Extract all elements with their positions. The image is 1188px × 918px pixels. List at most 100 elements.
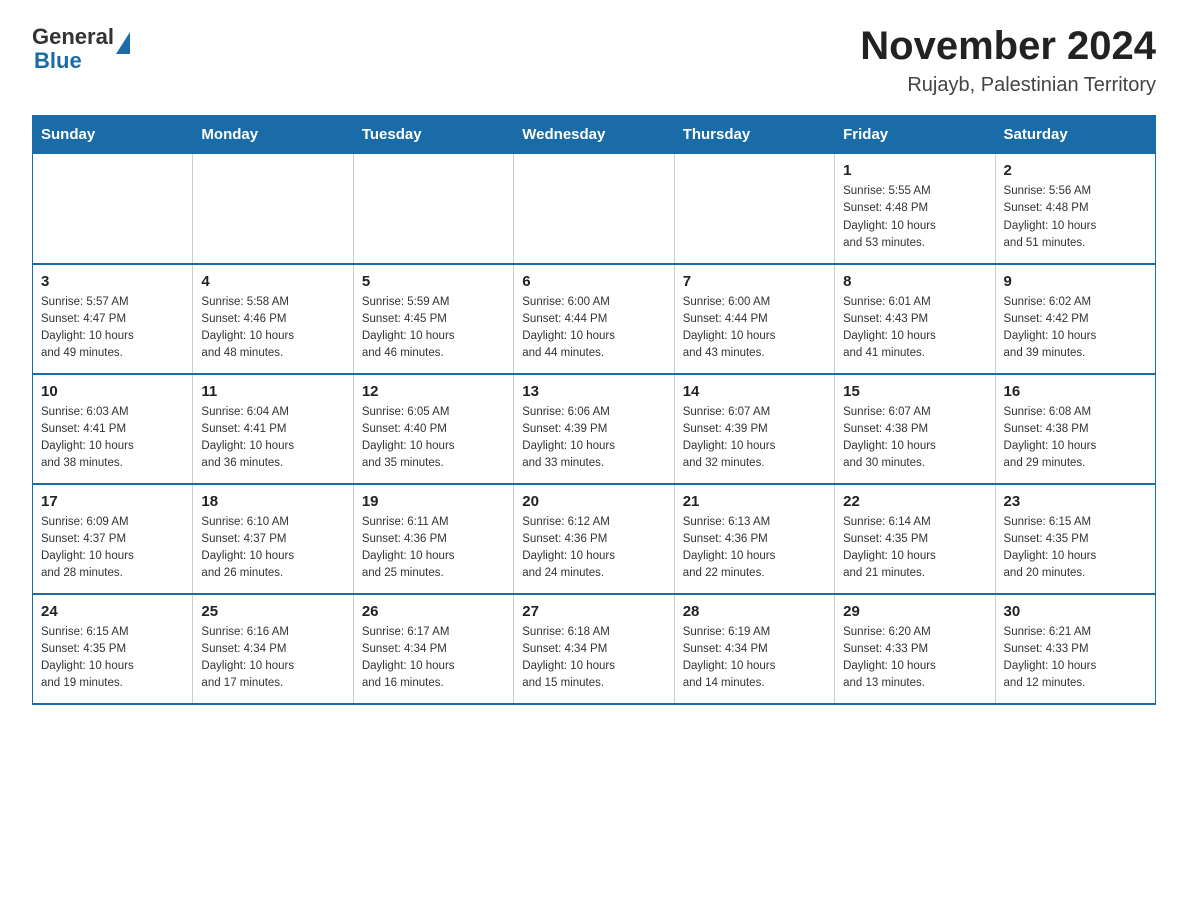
day-info: Sunrise: 6:04 AMSunset: 4:41 PMDaylight:… — [201, 404, 344, 473]
day-info: Sunrise: 5:59 AMSunset: 4:45 PMDaylight:… — [362, 294, 505, 363]
logo: General Blue — [32, 24, 130, 74]
calendar-subtitle: Rujayb, Palestinian Territory — [860, 74, 1156, 97]
calendar-day-cell: 11 Sunrise: 6:04 AMSunset: 4:41 PMDayligh… — [193, 374, 353, 484]
day-info: Sunrise: 6:17 AMSunset: 4:34 PMDaylight:… — [362, 624, 505, 693]
calendar-day-cell: 14 Sunrise: 6:07 AMSunset: 4:39 PMDayligh… — [674, 374, 834, 484]
day-of-week-header: Thursday — [674, 116, 834, 154]
day-info: Sunrise: 6:14 AMSunset: 4:35 PMDaylight:… — [843, 514, 986, 583]
day-number: 14 — [683, 383, 826, 400]
calendar-day-cell: 24 Sunrise: 6:15 AMSunset: 4:35 PMDayligh… — [33, 594, 193, 704]
calendar-day-cell: 28Sunrise: 6:19 AMSunset: 4:34 PMDayligh… — [674, 594, 834, 704]
calendar-day-cell: 13 Sunrise: 6:06 AMSunset: 4:39 PMDayligh… — [514, 374, 674, 484]
calendar-day-cell: 2 Sunrise: 5:56 AMSunset: 4:48 PMDaylight… — [995, 154, 1155, 264]
calendar-header-row: SundayMondayTuesdayWednesdayThursdayFrid… — [33, 116, 1156, 154]
day-number: 25 — [201, 603, 344, 620]
day-number: 7 — [683, 273, 826, 290]
day-number: 19 — [362, 493, 505, 510]
calendar-day-cell: 1 Sunrise: 5:55 AMSunset: 4:48 PMDaylight… — [835, 154, 995, 264]
calendar-day-cell: 6Sunrise: 6:00 AMSunset: 4:44 PMDaylight… — [514, 264, 674, 374]
day-number: 24 — [41, 603, 184, 620]
day-info: Sunrise: 6:07 AMSunset: 4:39 PMDaylight:… — [683, 404, 826, 473]
day-number: 28 — [683, 603, 826, 620]
calendar-day-cell: 23Sunrise: 6:15 AMSunset: 4:35 PMDayligh… — [995, 484, 1155, 594]
calendar-day-cell: 7Sunrise: 6:00 AMSunset: 4:44 PMDaylight… — [674, 264, 834, 374]
day-number: 11 — [201, 383, 344, 400]
calendar-title: November 2024 — [860, 24, 1156, 68]
day-of-week-header: Wednesday — [514, 116, 674, 154]
day-of-week-header: Monday — [193, 116, 353, 154]
day-number: 3 — [41, 273, 184, 290]
day-number: 23 — [1004, 493, 1147, 510]
calendar-day-cell: 27Sunrise: 6:18 AMSunset: 4:34 PMDayligh… — [514, 594, 674, 704]
day-number: 10 — [41, 383, 184, 400]
day-number: 4 — [201, 273, 344, 290]
calendar-day-cell — [193, 154, 353, 264]
day-info: Sunrise: 6:10 AMSunset: 4:37 PMDaylight:… — [201, 514, 344, 583]
day-number: 1 — [843, 162, 986, 179]
calendar-day-cell: 9Sunrise: 6:02 AMSunset: 4:42 PMDaylight… — [995, 264, 1155, 374]
day-info: Sunrise: 6:13 AMSunset: 4:36 PMDaylight:… — [683, 514, 826, 583]
day-number: 12 — [362, 383, 505, 400]
day-info: Sunrise: 6:11 AMSunset: 4:36 PMDaylight:… — [362, 514, 505, 583]
day-info: Sunrise: 6:06 AMSunset: 4:39 PMDaylight:… — [522, 404, 665, 473]
calendar-day-cell: 21Sunrise: 6:13 AMSunset: 4:36 PMDayligh… — [674, 484, 834, 594]
calendar-day-cell: 30 Sunrise: 6:21 AMSunset: 4:33 PMDayligh… — [995, 594, 1155, 704]
calendar-week-row: 17 Sunrise: 6:09 AMSunset: 4:37 PMDayligh… — [33, 484, 1156, 594]
calendar-day-cell — [674, 154, 834, 264]
day-info: Sunrise: 6:21 AMSunset: 4:33 PMDaylight:… — [1004, 624, 1147, 693]
calendar-day-cell — [514, 154, 674, 264]
day-info: Sunrise: 6:12 AMSunset: 4:36 PMDaylight:… — [522, 514, 665, 583]
day-info: Sunrise: 5:57 AMSunset: 4:47 PMDaylight:… — [41, 294, 184, 363]
day-number: 16 — [1004, 383, 1147, 400]
logo-blue-text: Blue — [34, 48, 130, 74]
day-number: 13 — [522, 383, 665, 400]
logo-general-text: General — [32, 24, 114, 50]
day-info: Sunrise: 5:55 AMSunset: 4:48 PMDaylight:… — [843, 183, 986, 252]
day-of-week-header: Sunday — [33, 116, 193, 154]
calendar-day-cell: 18 Sunrise: 6:10 AMSunset: 4:37 PMDayligh… — [193, 484, 353, 594]
day-info: Sunrise: 5:56 AMSunset: 4:48 PMDaylight:… — [1004, 183, 1147, 252]
day-info: Sunrise: 6:05 AMSunset: 4:40 PMDaylight:… — [362, 404, 505, 473]
day-info: Sunrise: 6:15 AMSunset: 4:35 PMDaylight:… — [41, 624, 184, 693]
title-area: November 2024 Rujayb, Palestinian Territ… — [860, 24, 1156, 97]
day-info: Sunrise: 6:00 AMSunset: 4:44 PMDaylight:… — [522, 294, 665, 363]
day-info: Sunrise: 6:01 AMSunset: 4:43 PMDaylight:… — [843, 294, 986, 363]
calendar-day-cell: 15 Sunrise: 6:07 AMSunset: 4:38 PMDayligh… — [835, 374, 995, 484]
day-number: 30 — [1004, 603, 1147, 620]
day-number: 9 — [1004, 273, 1147, 290]
day-number: 15 — [843, 383, 986, 400]
calendar-day-cell: 4Sunrise: 5:58 AMSunset: 4:46 PMDaylight… — [193, 264, 353, 374]
calendar-week-row: 3 Sunrise: 5:57 AMSunset: 4:47 PMDaylight… — [33, 264, 1156, 374]
day-info: Sunrise: 6:16 AMSunset: 4:34 PMDaylight:… — [201, 624, 344, 693]
calendar-day-cell: 26 Sunrise: 6:17 AMSunset: 4:34 PMDayligh… — [353, 594, 513, 704]
day-number: 17 — [41, 493, 184, 510]
calendar-day-cell — [33, 154, 193, 264]
calendar-day-cell: 12 Sunrise: 6:05 AMSunset: 4:40 PMDayligh… — [353, 374, 513, 484]
day-number: 29 — [843, 603, 986, 620]
calendar-day-cell: 17 Sunrise: 6:09 AMSunset: 4:37 PMDayligh… — [33, 484, 193, 594]
calendar-day-cell: 29Sunrise: 6:20 AMSunset: 4:33 PMDayligh… — [835, 594, 995, 704]
day-info: Sunrise: 6:18 AMSunset: 4:34 PMDaylight:… — [522, 624, 665, 693]
day-info: Sunrise: 6:08 AMSunset: 4:38 PMDaylight:… — [1004, 404, 1147, 473]
day-info: Sunrise: 6:09 AMSunset: 4:37 PMDaylight:… — [41, 514, 184, 583]
calendar-table: SundayMondayTuesdayWednesdayThursdayFrid… — [32, 115, 1156, 705]
day-number: 26 — [362, 603, 505, 620]
day-number: 2 — [1004, 162, 1147, 179]
calendar-day-cell: 19 Sunrise: 6:11 AMSunset: 4:36 PMDayligh… — [353, 484, 513, 594]
day-number: 8 — [843, 273, 986, 290]
calendar-day-cell: 10 Sunrise: 6:03 AMSunset: 4:41 PMDayligh… — [33, 374, 193, 484]
calendar-day-cell: 22 Sunrise: 6:14 AMSunset: 4:35 PMDayligh… — [835, 484, 995, 594]
calendar-week-row: 24 Sunrise: 6:15 AMSunset: 4:35 PMDayligh… — [33, 594, 1156, 704]
calendar-day-cell: 16 Sunrise: 6:08 AMSunset: 4:38 PMDayligh… — [995, 374, 1155, 484]
day-of-week-header: Saturday — [995, 116, 1155, 154]
day-info: Sunrise: 6:07 AMSunset: 4:38 PMDaylight:… — [843, 404, 986, 473]
calendar-day-cell: 20Sunrise: 6:12 AMSunset: 4:36 PMDayligh… — [514, 484, 674, 594]
calendar-day-cell: 25 Sunrise: 6:16 AMSunset: 4:34 PMDayligh… — [193, 594, 353, 704]
day-of-week-header: Tuesday — [353, 116, 513, 154]
day-info: Sunrise: 6:03 AMSunset: 4:41 PMDaylight:… — [41, 404, 184, 473]
day-number: 18 — [201, 493, 344, 510]
header: General Blue November 2024 Rujayb, Pales… — [32, 24, 1156, 97]
day-number: 22 — [843, 493, 986, 510]
calendar-day-cell: 3 Sunrise: 5:57 AMSunset: 4:47 PMDaylight… — [33, 264, 193, 374]
calendar-day-cell: 8 Sunrise: 6:01 AMSunset: 4:43 PMDaylight… — [835, 264, 995, 374]
